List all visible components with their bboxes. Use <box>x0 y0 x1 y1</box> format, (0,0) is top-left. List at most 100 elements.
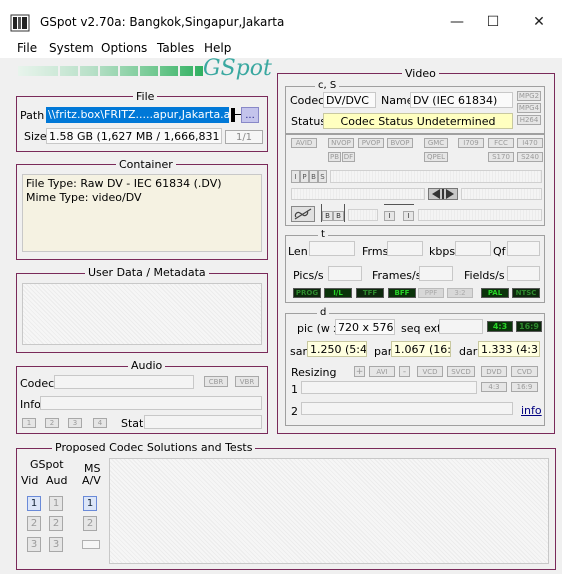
qpel-flag[interactable]: QPEL <box>424 152 448 162</box>
file-counter: 1/1 <box>225 130 263 144</box>
gmc-flag[interactable]: GMC <box>424 138 448 148</box>
path-field[interactable]: \\fritz.box\FRITZ.....apur,Jakarta.avi <box>46 107 229 123</box>
frame-i-button[interactable]: I <box>291 170 300 183</box>
frame-b-button[interactable]: B <box>309 170 318 183</box>
resize-minus-button[interactable]: - <box>399 366 410 377</box>
ntsc-indicator: NTSC <box>512 288 540 298</box>
info-link[interactable]: info <box>521 404 542 417</box>
cs-title: c, S <box>315 80 340 91</box>
codec-label: Codec <box>290 94 325 107</box>
resize-dvd-button[interactable]: DVD <box>481 366 507 377</box>
audio-group-title: Audio <box>128 359 166 372</box>
row-ratio-169-button[interactable]: 16:9 <box>511 382 538 392</box>
vid-button-3[interactable]: 3 <box>27 537 41 552</box>
audio-stream-3[interactable]: 3 <box>68 418 82 428</box>
fcc-flag[interactable]: FCC <box>488 138 514 148</box>
frms-label: Frms <box>362 245 389 258</box>
audio-stream-4[interactable]: 4 <box>93 418 107 428</box>
gop-track-right <box>461 188 542 200</box>
row-ratio-43-button[interactable]: 4:3 <box>481 382 507 392</box>
browse-button[interactable]: ... <box>241 107 259 123</box>
nvop-flag[interactable]: NVOP <box>328 138 354 148</box>
ipbs-buttons: I P B S <box>291 170 327 183</box>
pvop-flag[interactable]: PVOP <box>358 138 384 148</box>
ms-button-2[interactable]: 2 <box>83 516 97 531</box>
aud-button-2[interactable]: 2 <box>49 516 63 531</box>
cbr-button[interactable]: CBR <box>204 376 228 387</box>
menu-tables[interactable]: Tables <box>157 41 194 55</box>
par-label: par <box>374 345 393 358</box>
par-field: 1.067 (16:15 <box>391 341 451 357</box>
ii-button-1[interactable]: I <box>384 211 395 221</box>
s170-flag[interactable]: S170 <box>488 152 514 162</box>
container-mime-type: Mime Type: video/DV <box>26 191 142 204</box>
avid-flag[interactable]: AVID <box>291 138 317 148</box>
close-button[interactable]: ✕ <box>524 10 554 34</box>
frame-timeline <box>330 170 542 183</box>
size-field: 1.58 GB (1,627 MB / 1,666,831 KB <box>46 128 222 144</box>
bb-button-2[interactable]: B <box>333 211 344 221</box>
menu-help[interactable]: Help <box>204 41 231 55</box>
resize-row-1-label: 1 <box>291 383 298 396</box>
resize-row-2-label: 2 <box>291 405 298 418</box>
audio-stream-1[interactable]: 1 <box>22 418 36 428</box>
menu-system[interactable]: System <box>49 41 94 55</box>
kbps-field <box>455 241 491 256</box>
menu-file[interactable]: File <box>17 41 37 55</box>
window-title: GSpot v2.70a: Bangkok,Singapur,Jakarta <box>40 15 285 29</box>
prog-indicator: PROG <box>293 288 321 298</box>
df-flag[interactable]: DF <box>342 152 355 162</box>
kbps-label: kbps <box>429 245 456 258</box>
resize-svcd-button[interactable]: SVCD <box>447 366 475 377</box>
aud-label: Aud <box>46 474 68 487</box>
menu-options[interactable]: Options <box>101 41 147 55</box>
bvop-flag[interactable]: BVOP <box>387 138 413 148</box>
bb-button-1[interactable]: B <box>322 211 333 221</box>
resize-vcd-button[interactable]: VCD <box>417 366 443 377</box>
s240-flag[interactable]: S240 <box>517 152 543 162</box>
mpg4-button[interactable]: MPG4 <box>517 103 541 113</box>
dropped-frames-icon <box>428 186 458 202</box>
link-icon[interactable] <box>291 206 315 222</box>
pics-field <box>328 266 362 281</box>
aud-button-1[interactable]: 1 <box>49 496 63 511</box>
ms-button-1[interactable]: 1 <box>83 496 97 511</box>
seq-ext-label: seq ext <box>401 322 442 335</box>
resize-plus-button[interactable]: + <box>354 366 365 377</box>
h264-button[interactable]: H264 <box>517 115 541 125</box>
resize-cvd-button[interactable]: CVD <box>511 366 538 377</box>
path-scroll-marker <box>231 108 235 122</box>
frame-s-button[interactable]: S <box>318 170 327 183</box>
ratio-43-indicator: 4:3 <box>487 321 513 332</box>
ii-button-2[interactable]: I <box>403 211 414 221</box>
aud-button-3[interactable]: 3 <box>49 537 63 552</box>
resize-avi-button[interactable]: AVI <box>369 366 395 377</box>
name-label: Name <box>381 94 414 107</box>
i470-flag[interactable]: I470 <box>517 138 543 148</box>
vid-button-1[interactable]: 1 <box>27 496 41 511</box>
frame-p-button[interactable]: P <box>300 170 309 183</box>
len-label: Len <box>288 245 308 258</box>
mpg2-button[interactable]: MPG2 <box>517 91 541 101</box>
minimize-button[interactable]: — <box>442 10 472 34</box>
pb-flag[interactable]: PB <box>328 152 341 162</box>
audio-stat-field <box>144 415 262 429</box>
maximize-button[interactable]: ☐ <box>478 10 508 34</box>
gspot-label: GSpot <box>30 458 64 471</box>
codec-field: DV/DVC <box>323 92 376 108</box>
vbr-button[interactable]: VBR <box>235 376 259 387</box>
container-group-title: Container <box>116 158 176 171</box>
audio-stat-label: Stat <box>121 417 144 430</box>
audio-stream-2[interactable]: 2 <box>45 418 59 428</box>
status-label: Status <box>291 115 327 128</box>
dar-label: dar <box>459 345 478 358</box>
video-group-title: Video <box>402 67 439 80</box>
fields-field <box>507 266 540 281</box>
vid-label: Vid <box>21 474 39 487</box>
gop-track-left <box>291 188 425 200</box>
proposed-group-title: Proposed Codec Solutions and Tests <box>52 441 256 454</box>
vid-button-2[interactable]: 2 <box>27 516 41 531</box>
i709-flag[interactable]: I709 <box>458 138 484 148</box>
ms-av-slot <box>82 540 100 549</box>
resize-row-2-field <box>301 402 513 415</box>
